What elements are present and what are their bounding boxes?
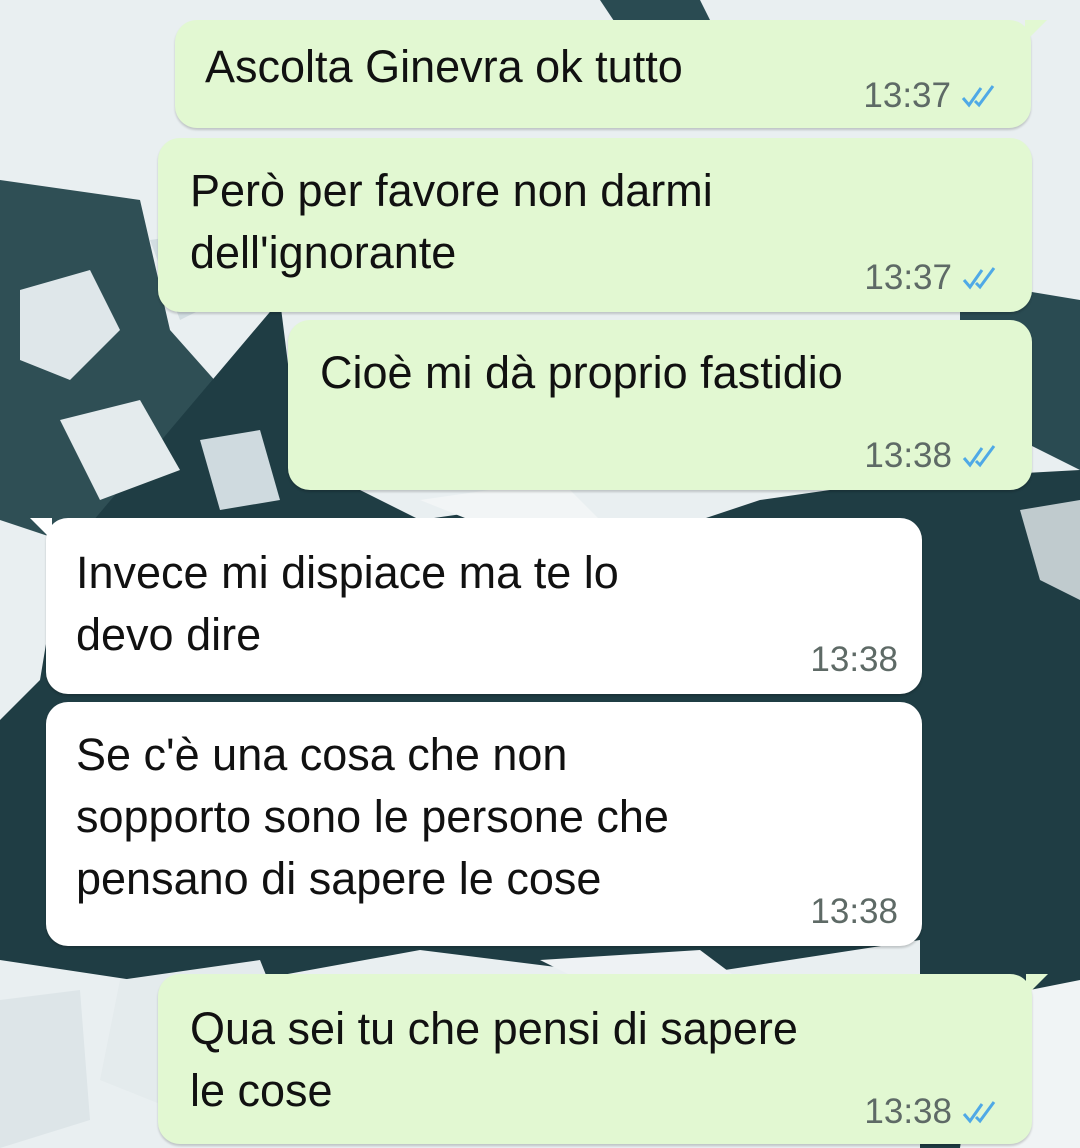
message-meta: 13:38 bbox=[810, 892, 898, 932]
message-time: 13:38 bbox=[864, 436, 952, 475]
bubble-tail bbox=[1025, 20, 1047, 42]
message-text: Qua sei tu che pensi di sapere le cose bbox=[190, 1003, 798, 1116]
bubble-tail bbox=[30, 518, 52, 540]
message-text: Se c'è una cosa che non sopporto sono le… bbox=[76, 729, 669, 904]
message-text: Cioè mi dà proprio fastidio bbox=[320, 347, 843, 398]
message-time: 13:37 bbox=[863, 76, 951, 115]
message-time: 13:37 bbox=[864, 258, 952, 297]
message-bubble-incoming[interactable]: Se c'è una cosa che non sopporto sono le… bbox=[46, 702, 922, 946]
double-check-icon bbox=[962, 267, 996, 290]
message-time: 13:38 bbox=[810, 892, 898, 931]
message-meta: 13:38 bbox=[864, 436, 1002, 476]
message-meta: 13:37 bbox=[864, 258, 1002, 298]
message-bubble-outgoing[interactable]: Ascolta Ginevra ok tutto 13:37 bbox=[175, 20, 1047, 128]
message-bubble-outgoing[interactable]: Cioè mi dà proprio fastidio 13:38 bbox=[288, 320, 1032, 490]
message-text: Però per favore non darmi dell'ignorante bbox=[190, 165, 713, 278]
message-meta: 13:37 bbox=[863, 76, 1001, 116]
message-text: Ascolta Ginevra ok tutto bbox=[205, 41, 683, 92]
message-text: Invece mi dispiace ma te lo devo dire bbox=[76, 547, 619, 660]
double-check-icon bbox=[962, 445, 996, 468]
message-time: 13:38 bbox=[810, 640, 898, 679]
double-check-icon bbox=[961, 85, 995, 108]
message-meta: 13:38 bbox=[864, 1092, 1002, 1132]
message-bubble-outgoing[interactable]: Però per favore non darmi dell'ignorante… bbox=[158, 138, 1032, 312]
bubble-tail bbox=[1026, 974, 1048, 996]
message-time: 13:38 bbox=[864, 1092, 952, 1131]
double-check-icon bbox=[962, 1101, 996, 1124]
message-bubble-incoming[interactable]: Invece mi dispiace ma te lo devo dire 13… bbox=[30, 518, 922, 694]
message-bubble-outgoing[interactable]: Qua sei tu che pensi di sapere le cose 1… bbox=[158, 974, 1048, 1144]
message-meta: 13:38 bbox=[810, 640, 898, 680]
